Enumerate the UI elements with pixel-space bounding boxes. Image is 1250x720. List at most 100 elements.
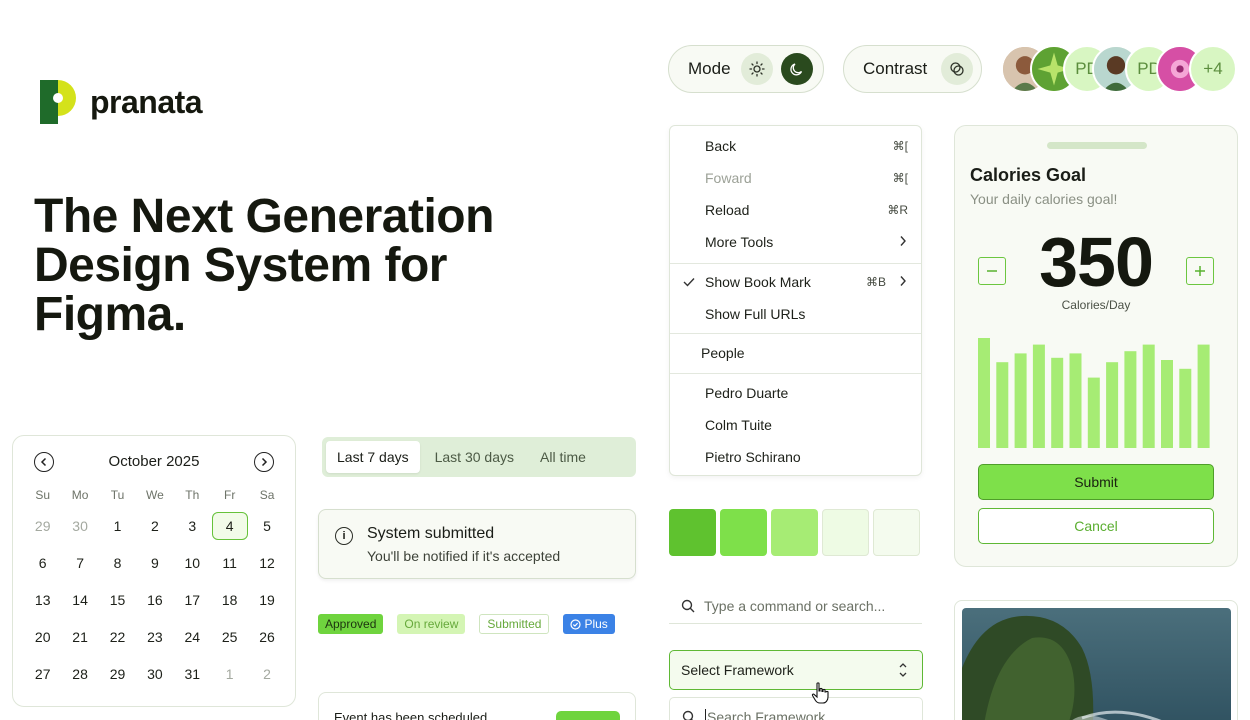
sun-icon[interactable] (740, 53, 773, 85)
calories-bar (1142, 344, 1155, 448)
menu-item-back[interactable]: Back ⌘[ (670, 130, 921, 162)
menu-item-label: Reload (705, 202, 750, 218)
calendar-day[interactable]: 2 (136, 508, 173, 545)
shortcut-label: ⌘R (887, 203, 908, 217)
calendar-month-title: October 2025 (108, 453, 200, 470)
color-swatch[interactable] (771, 509, 818, 556)
calendar-day[interactable]: 18 (211, 582, 248, 619)
menu-item-show-bookmark[interactable]: Show Book Mark ⌘B (670, 266, 921, 298)
calendar-day-label: 21 (72, 628, 88, 645)
shortcut-label: ⌘B (865, 275, 886, 289)
event-action-button[interactable] (556, 711, 620, 720)
calendar-day-selected[interactable]: 4 (211, 508, 248, 545)
menu-item-person[interactable]: Pietro Schirano (670, 441, 921, 473)
command-search[interactable]: Type a command or search... (669, 588, 922, 624)
menu-item-forward[interactable]: Foward ⌘[ (670, 162, 921, 194)
hero-line: Figma. (34, 288, 186, 341)
image-card (954, 600, 1238, 720)
calendar-day[interactable]: 27 (24, 655, 61, 692)
calendar-day[interactable]: 2 (248, 655, 285, 692)
command-input-placeholder: Type a command or search... (704, 597, 886, 614)
calendar-day[interactable]: 25 (211, 618, 248, 655)
color-swatch[interactable] (720, 509, 767, 556)
chevron-right-icon[interactable] (254, 452, 274, 472)
calendar-day[interactable]: 31 (174, 655, 211, 692)
calendar-day-label: 11 (222, 555, 237, 572)
calendar-day-label: 31 (184, 665, 201, 682)
calendar-day-label: 5 (263, 518, 271, 535)
calendar-day[interactable]: 8 (99, 545, 136, 582)
calendar-day[interactable]: 20 (24, 618, 61, 655)
calendar-day[interactable]: 29 (99, 655, 136, 692)
calendar-day[interactable]: 11 (211, 545, 248, 582)
calendar-day[interactable]: 22 (99, 618, 136, 655)
moon-icon[interactable] (780, 53, 813, 85)
color-swatch[interactable] (669, 509, 716, 556)
avatar-overflow-count[interactable]: +4 (1189, 45, 1237, 93)
calendar-day[interactable]: 5 (248, 508, 285, 545)
calories-bar (978, 338, 990, 448)
menu-section-label: People (701, 345, 745, 361)
color-swatch[interactable] (822, 509, 869, 556)
menu-item-label: Pietro Schirano (705, 449, 801, 465)
calendar-day-label: 26 (259, 628, 275, 645)
weekday-label: Fr (223, 488, 236, 502)
calendar-day[interactable]: 13 (24, 582, 61, 619)
calendar-day[interactable]: 29 (24, 508, 61, 545)
calendar-day[interactable]: 1 (99, 508, 136, 545)
calendar-day[interactable]: 1 (211, 655, 248, 692)
menu-item-person[interactable]: Colm Tuite (670, 409, 921, 441)
color-swatch[interactable] (873, 509, 920, 556)
menu-item-more-tools[interactable]: More Tools (670, 226, 921, 258)
framework-select[interactable]: Select Framework (669, 650, 923, 690)
menu-item-person[interactable]: Pedro Duarte (670, 377, 921, 409)
calendar-day-label: 17 (184, 591, 201, 608)
calendar-day-label: 12 (259, 555, 275, 572)
calendar-day[interactable]: 15 (99, 582, 136, 619)
calendar-day[interactable]: 30 (136, 655, 173, 692)
segment-option[interactable]: All time (529, 441, 597, 473)
menu-item-show-full-urls[interactable]: Show Full URLs (670, 298, 921, 330)
mode-label: Mode (688, 59, 731, 78)
calendar-day[interactable]: 6 (24, 545, 61, 582)
contrast-toggle: Contrast (843, 45, 982, 93)
calendar-day[interactable]: 12 (248, 545, 285, 582)
calendar-day[interactable]: 17 (174, 582, 211, 619)
calendar-day[interactable]: 10 (174, 545, 211, 582)
hand-cursor-icon (811, 682, 829, 709)
calendar-day-label: 18 (221, 591, 238, 608)
calendar-day-label: 8 (113, 555, 122, 572)
calendar-day[interactable]: 24 (174, 618, 211, 655)
badge-submitted: Submitted (479, 614, 550, 634)
calendar-day[interactable]: 9 (136, 545, 173, 582)
framework-search-input[interactable]: Search Framework.... (669, 697, 923, 720)
calendar-day[interactable]: 16 (136, 582, 173, 619)
select-value: Select Framework (681, 662, 794, 678)
weekday-label: Tu (110, 488, 125, 502)
calendar-day[interactable]: 23 (136, 618, 173, 655)
menu-item-reload[interactable]: Reload ⌘R (670, 194, 921, 226)
drawer-handle[interactable] (1047, 142, 1147, 149)
calendar-day[interactable]: 28 (61, 655, 98, 692)
card-title: Calories Goal (970, 165, 1087, 185)
submit-button[interactable]: Submit (978, 464, 1214, 500)
calendar-day[interactable]: 30 (61, 508, 98, 545)
calendar-day[interactable]: 19 (248, 582, 285, 619)
calendar-day[interactable]: 26 (248, 618, 285, 655)
calories-bar (1069, 353, 1082, 448)
calories-bar (1087, 377, 1100, 448)
cancel-button[interactable]: Cancel (978, 508, 1214, 544)
search-placeholder: Search Framework.... (705, 709, 841, 720)
coastal-cliff-image (962, 608, 1231, 720)
calendar-day-label: 27 (34, 665, 51, 682)
contrast-icon[interactable] (941, 53, 974, 85)
segment-option[interactable]: Last 7 days (326, 441, 420, 473)
calendar-day[interactable]: 7 (61, 545, 98, 582)
calendar-day-label: 1 (225, 665, 234, 682)
calendar-day[interactable]: 21 (61, 618, 98, 655)
calendar-day[interactable]: 3 (174, 508, 211, 545)
menu-item-label: Show Full URLs (705, 306, 806, 322)
segment-option[interactable]: Last 30 days (424, 441, 525, 473)
plus-button[interactable] (1186, 257, 1214, 285)
calendar-day[interactable]: 14 (61, 582, 98, 619)
